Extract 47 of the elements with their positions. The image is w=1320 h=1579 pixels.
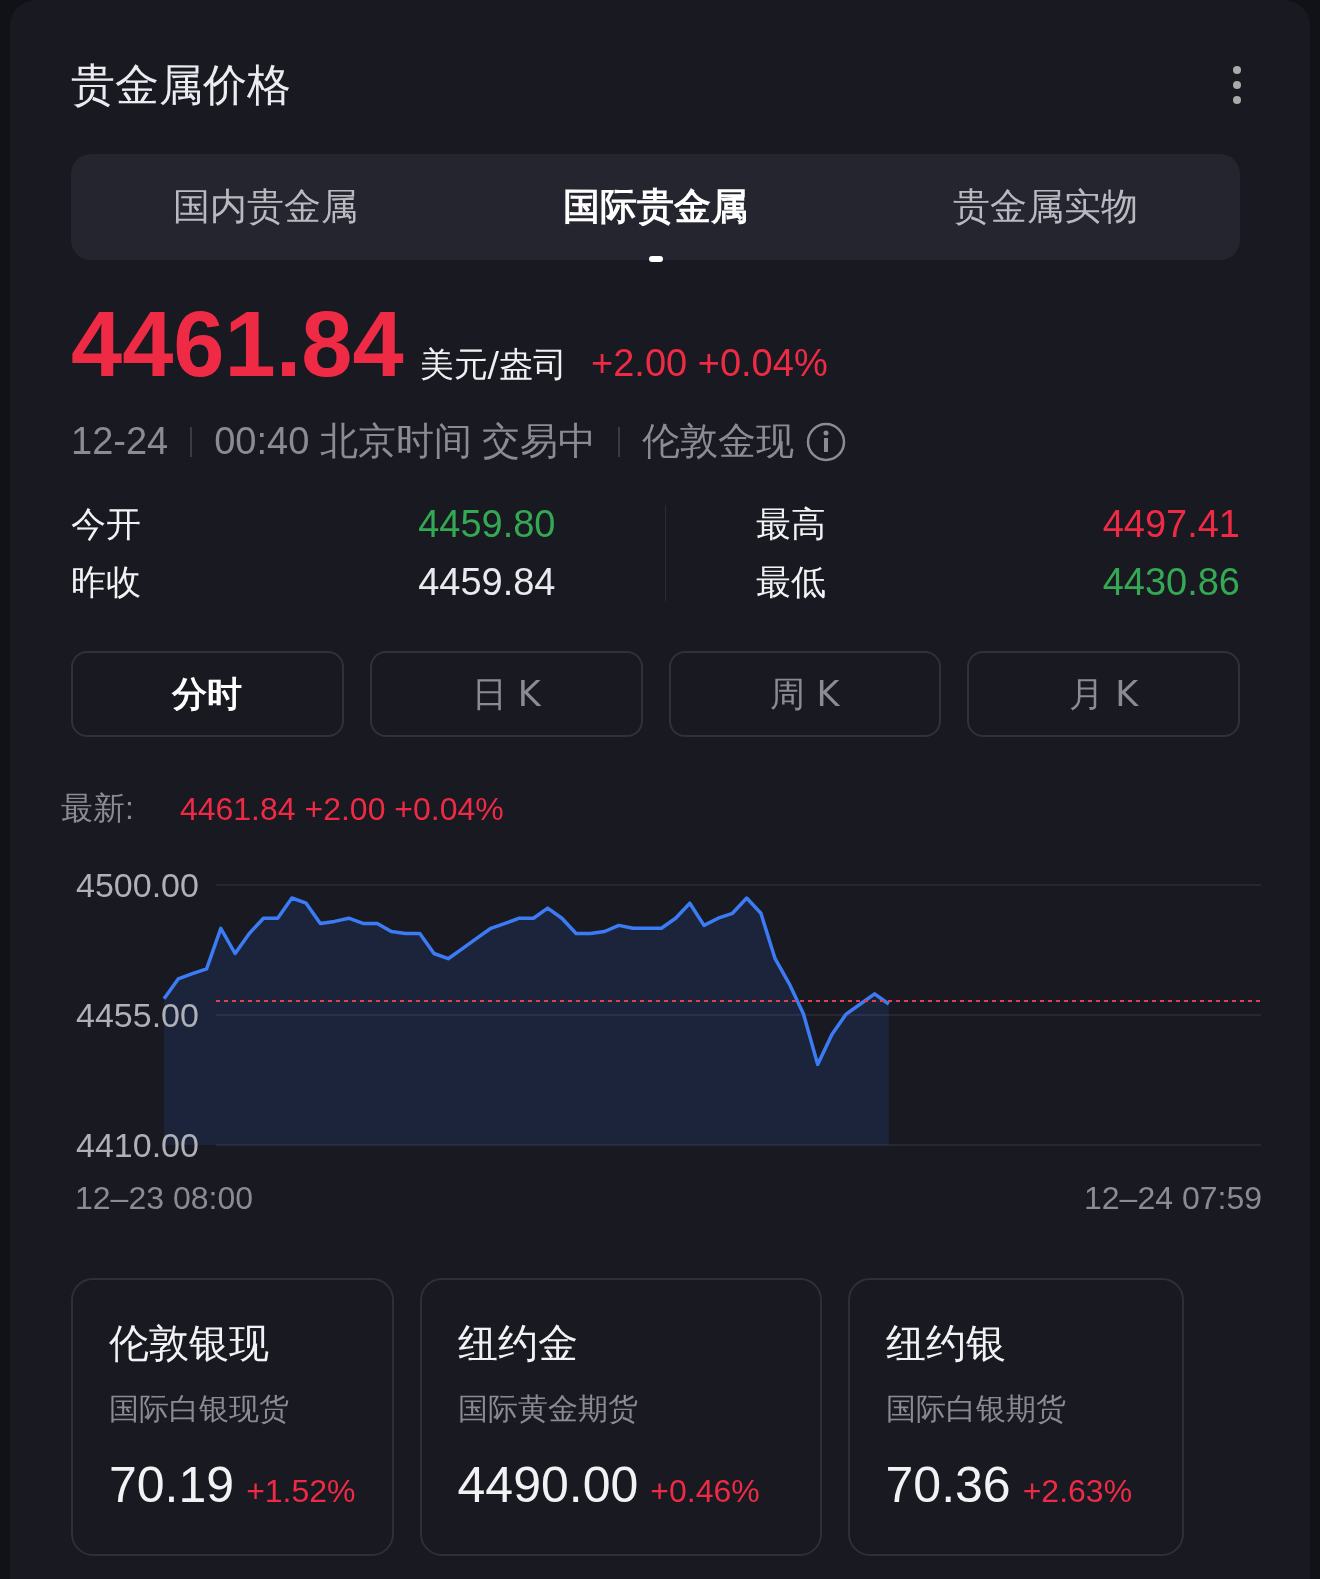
market-change: +1.52% — [246, 1473, 356, 1510]
quote-date: 12-24 — [71, 420, 169, 463]
market-name: 伦敦金现 — [642, 419, 795, 464]
tab-indicator — [648, 256, 663, 262]
market-card[interactable]: 纽约银 国际白银期货 70.36 +2.63% — [847, 1278, 1184, 1556]
market-name: 纽约金 — [457, 1319, 579, 1368]
market-card[interactable]: 伦敦银现 国际白银现货 70.19 +1.52% — [71, 1278, 394, 1556]
market-change: +2.63% — [1022, 1473, 1133, 1510]
stat-value: 4459.80 — [418, 502, 556, 546]
period-tab[interactable]: 日 K — [369, 651, 643, 737]
period-tab[interactable]: 分时 — [71, 651, 344, 737]
latest-label: 最新: — [61, 789, 134, 828]
y-tick-label: 4500.00 — [76, 866, 199, 904]
axis-label: 12–24 07:59 — [1084, 1180, 1262, 1217]
info-icon[interactable] — [806, 421, 847, 462]
more-icon[interactable] — [1232, 65, 1242, 105]
y-tick-label: 4455.00 — [76, 996, 199, 1034]
axis-label: 12–23 08:00 — [75, 1180, 253, 1217]
price-unit: 美元/盎司 — [419, 343, 568, 386]
page-title: 贵金属价格 — [71, 57, 291, 112]
market-name: 伦敦银现 — [109, 1319, 270, 1368]
market-name: 纽约银 — [885, 1319, 1007, 1368]
market-change: +0.46% — [650, 1473, 760, 1510]
tab[interactable]: 国际贵金属 — [551, 174, 760, 240]
tab[interactable]: 贵金属实物 — [940, 174, 1150, 240]
market-card[interactable]: 纽约金 国际黄金期货 4490.00 +0.46% — [419, 1278, 822, 1556]
market-description: 国际白银现货 — [109, 1390, 290, 1428]
y-tick-label: 4410.00 — [76, 1126, 199, 1164]
market-price: 70.19 — [109, 1456, 235, 1514]
stat-label: 最高 — [755, 502, 826, 546]
price-change: +2.00 +0.04% — [591, 342, 828, 385]
quote-time: 00:40 北京时间 交易中 — [214, 419, 597, 464]
tab[interactable]: 国内贵金属 — [161, 174, 371, 240]
stat-value: 4430.86 — [1102, 560, 1240, 604]
market-description: 国际黄金期货 — [457, 1390, 639, 1428]
market-price: 70.36 — [885, 1456, 1011, 1514]
latest-value: 4461.84 +2.00 +0.04% — [179, 790, 504, 828]
market-price: 4490.00 — [457, 1456, 639, 1514]
market-description: 国际白银期货 — [885, 1390, 1067, 1428]
period-tab[interactable]: 月 K — [967, 651, 1240, 737]
stat-value: 4459.84 — [418, 560, 556, 604]
stat-label: 昨收 — [71, 560, 141, 604]
stat-label: 最低 — [755, 560, 826, 604]
stat-label: 今开 — [71, 502, 141, 546]
stat-value: 4497.41 — [1102, 502, 1240, 546]
period-tab[interactable]: 周 K — [668, 651, 942, 737]
current-price: 4461.84 — [71, 298, 404, 390]
